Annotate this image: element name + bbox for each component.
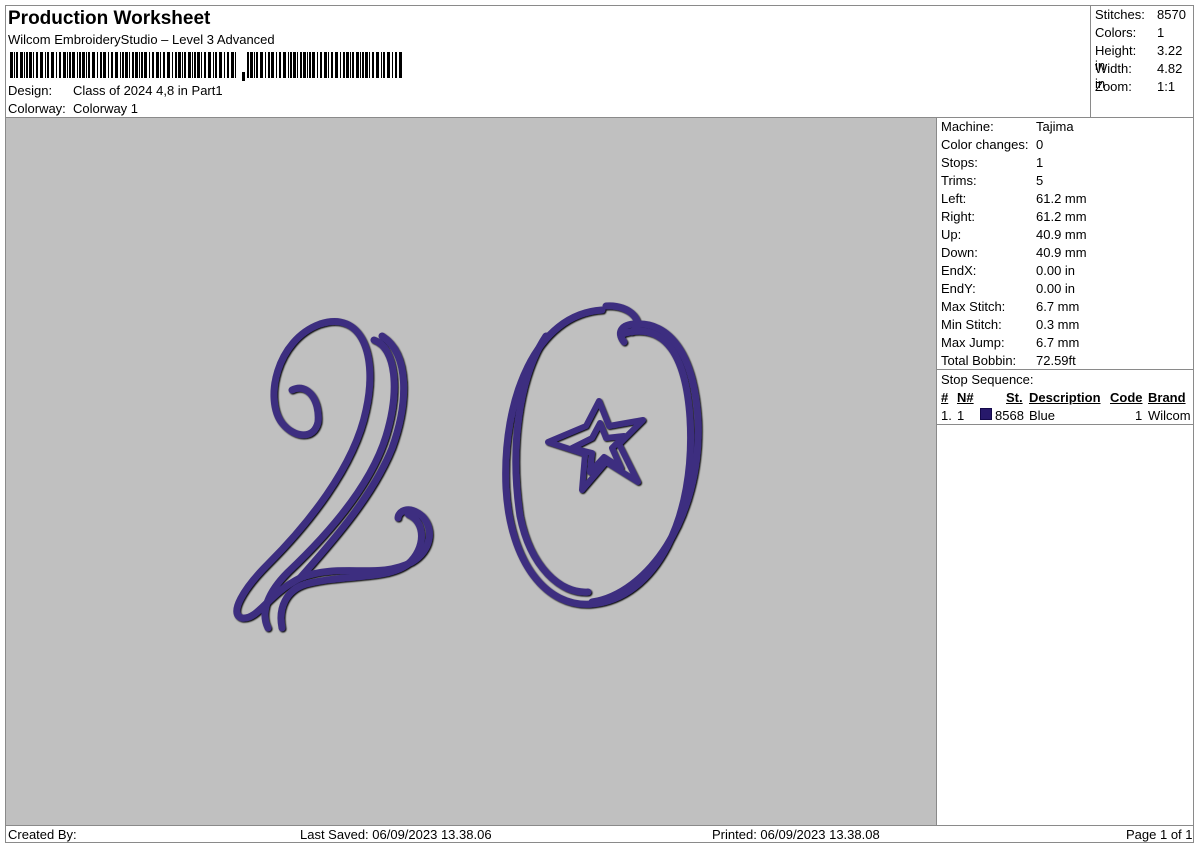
stop-row-brand: Wilcom <box>1148 408 1191 423</box>
info-label: Up: <box>941 227 962 242</box>
info-label: Stops: <box>941 155 978 170</box>
page-number: Page 1 of 1 <box>1126 827 1193 842</box>
colorway-value: Colorway 1 <box>73 101 139 116</box>
info-label: Down: <box>941 245 978 260</box>
design-label: Design: <box>8 83 53 98</box>
printed-date: Printed: 06/09/2023 13.38.08 <box>712 827 880 842</box>
info-row: EndY: 0.00 in <box>941 281 1075 296</box>
column-description: Description <box>1029 390 1101 405</box>
info-label: EndY: <box>941 281 976 296</box>
stop-row-n: 1 <box>957 408 965 423</box>
software-name: Wilcom EmbroideryStudio – Level 3 Advanc… <box>8 32 275 47</box>
info-value: 5 <box>1036 173 1044 188</box>
worksheet-header: Production Worksheet Wilcom EmbroiderySt… <box>6 6 1089 117</box>
stat-label: Stitches: <box>1095 7 1145 22</box>
stat-label: Width: <box>1095 61 1132 76</box>
stat-label: Zoom: <box>1095 79 1132 94</box>
page-title: Production Worksheet <box>8 8 211 29</box>
info-row: Total Bobbin: 72.59ft <box>941 353 1076 368</box>
info-value: 40.9 mm <box>1036 227 1087 242</box>
stop-row-divider <box>937 424 1193 425</box>
info-row: Down: 40.9 mm <box>941 245 1087 260</box>
info-row: Max Stitch: 6.7 mm <box>941 299 1079 314</box>
info-label: Total Bobbin: <box>941 353 1017 368</box>
embroidery-design <box>233 302 702 632</box>
info-row: Machine: Tajima <box>941 119 1074 134</box>
info-value: 1 <box>1036 155 1044 170</box>
stop-row-num: 1. <box>941 408 952 423</box>
design-value: Class of 2024 4,8 in Part1 <box>73 83 223 98</box>
info-label: Min Stitch: <box>941 317 1002 332</box>
info-row: Min Stitch: 0.3 mm <box>941 317 1079 332</box>
stat-colors: Colors: 1 <box>1095 25 1164 40</box>
barcode-icon <box>10 52 402 81</box>
stop-row-code: 1 <box>1135 408 1143 423</box>
stat-value: 1:1 <box>1157 79 1176 94</box>
stat-zoom: Zoom: 1:1 <box>1095 79 1175 94</box>
info-value: 61.2 mm <box>1036 209 1087 224</box>
info-label: Right: <box>941 209 975 224</box>
info-row: Trims: 5 <box>941 173 1043 188</box>
color-swatch-icon <box>980 408 992 420</box>
column-n: N# <box>957 390 974 405</box>
info-value: Tajima <box>1036 119 1074 134</box>
info-value: 40.9 mm <box>1036 245 1087 260</box>
info-label: Color changes: <box>941 137 1029 152</box>
stop-row-description: Blue <box>1029 408 1056 423</box>
stat-label: Height: <box>1095 43 1137 58</box>
info-value: 0.00 in <box>1036 263 1076 278</box>
info-row: Color changes: 0 <box>941 137 1043 152</box>
stat-value: 1 <box>1157 25 1165 40</box>
stop-sequence-divider <box>937 369 1193 370</box>
created-by: Created By: <box>8 827 77 842</box>
info-value: 0.00 in <box>1036 281 1076 296</box>
column-code: Code <box>1110 390 1143 405</box>
last-saved: Last Saved: 06/09/2023 13.38.06 <box>300 827 492 842</box>
info-row: Left: 61.2 mm <box>941 191 1087 206</box>
info-row: Up: 40.9 mm <box>941 227 1087 242</box>
info-value: 0.3 mm <box>1036 317 1080 332</box>
star-outline <box>545 398 646 493</box>
stop-sequence-label: Stop Sequence: <box>941 372 1034 387</box>
info-label: Trims: <box>941 173 977 188</box>
info-label: Machine: <box>941 119 994 134</box>
column-st: St. <box>1006 390 1023 405</box>
info-value: 6.7 mm <box>1036 335 1080 350</box>
info-label: EndX: <box>941 263 977 278</box>
info-row: Stops: 1 <box>941 155 1043 170</box>
design-row: Design: Class of 2024 4,8 in Part1 <box>8 83 223 98</box>
column-num: # <box>941 390 949 405</box>
info-row: Right: 61.2 mm <box>941 209 1087 224</box>
colorway-label: Colorway: <box>8 101 66 116</box>
digit-two <box>233 318 433 632</box>
info-label: Max Stitch: <box>941 299 1006 314</box>
design-preview <box>6 118 937 825</box>
worksheet-footer: Created By: Last Saved: 06/09/2023 13.38… <box>6 825 1193 843</box>
info-value: 72.59ft <box>1036 353 1076 368</box>
colorway-row: Colorway: Colorway 1 <box>8 101 138 116</box>
stop-row-st: 8568 <box>995 408 1024 423</box>
stat-label: Colors: <box>1095 25 1137 40</box>
info-value: 6.7 mm <box>1036 299 1080 314</box>
stats-panel: Stitches: 8570 Colors: 1 Height: 3.22 in Wi… <box>1090 6 1194 117</box>
machine-info-panel: Machine: Tajima Color changes: 0 Stops: 1 Trim… <box>937 118 1193 825</box>
column-brand: Brand <box>1148 390 1186 405</box>
info-row: Max Jump: 6.7 mm <box>941 335 1079 350</box>
info-label: Left: <box>941 191 967 206</box>
info-value: 0 <box>1036 137 1044 152</box>
stat-value: 8570 <box>1157 7 1186 22</box>
info-value: 61.2 mm <box>1036 191 1087 206</box>
info-label: Max Jump: <box>941 335 1005 350</box>
info-row: EndX: 0.00 in <box>941 263 1075 278</box>
stat-stitches: Stitches: 8570 <box>1095 7 1186 22</box>
